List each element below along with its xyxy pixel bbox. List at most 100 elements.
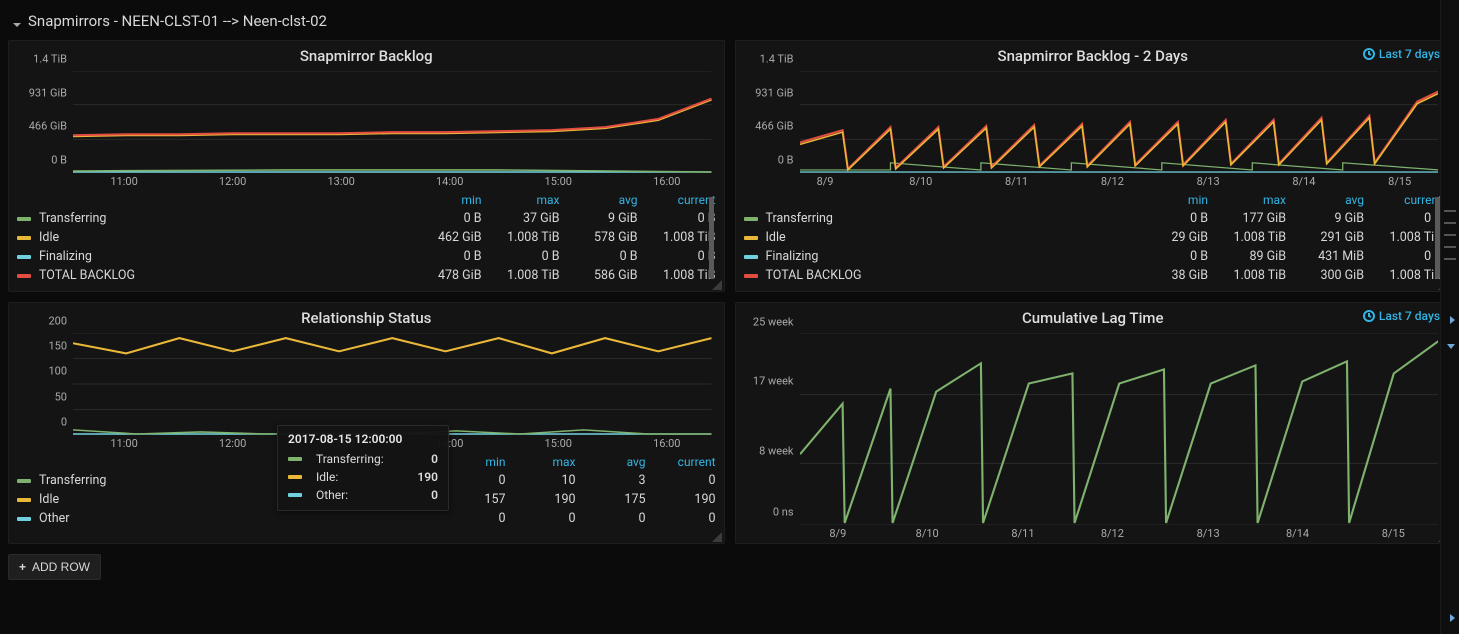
panel-cumulative-lag[interactable]: Cumulative Lag Time Last 7 days 0 ns 8 w… [735, 302, 1452, 544]
x-tick: 11:00 [110, 175, 137, 188]
y-tick: 0 B [17, 154, 67, 167]
y-tick: 1.4 TiB [744, 53, 794, 66]
legend-stat: 38 GiB [1130, 268, 1208, 283]
legend-swatch [744, 274, 758, 278]
x-tick: 15:00 [545, 175, 572, 188]
panel-title: Cumulative Lag Time [1022, 309, 1164, 327]
legend-row[interactable]: Transferring0 B177 GiB9 GiB0 B [744, 209, 1443, 228]
legend-stat: 0 [436, 511, 506, 526]
legend-stat: 0 B [482, 249, 560, 264]
clock-icon [1363, 310, 1375, 322]
legend-stat: 1.008 TiB [1364, 268, 1442, 283]
legend-swatch [17, 498, 31, 502]
tooltip-row: Transferring:0 [288, 450, 438, 468]
legend-row[interactable]: Idle462 GiB1.008 TiB578 GiB1.008 TiB [17, 228, 716, 247]
add-row-label: ADD ROW [32, 560, 90, 574]
x-tick: 8/15 [1382, 527, 1405, 540]
legend-stats: min max avg current Transferring0 B177 G… [744, 191, 1443, 285]
tooltip-series-label: Other: [316, 486, 415, 504]
col-min: min [404, 193, 482, 207]
y-tick: 931 GiB [17, 86, 67, 99]
legend-row[interactable]: TOTAL BACKLOG478 GiB1.008 TiB586 GiB1.00… [17, 266, 716, 285]
x-axis: 8/9 8/10 8/11 8/12 8/13 8/14 8/15 [800, 175, 1439, 191]
legend-swatch [744, 255, 758, 259]
legend-row[interactable]: Idle29 GiB1.008 TiB291 GiB1.008 TiB [744, 228, 1443, 247]
y-tick: 17 week [744, 375, 794, 388]
col-avg: avg [1286, 193, 1364, 207]
x-tick: 16:00 [653, 175, 680, 188]
y-axis: 0 B 466 GiB 931 GiB 1.4 TiB [744, 71, 798, 173]
tooltip-row: Idle:190 [288, 468, 438, 486]
legend-stat: 89 GiB [1208, 249, 1286, 264]
add-row-button[interactable]: + ADD ROW [8, 554, 101, 580]
legend-stat: 0 [646, 473, 716, 488]
legend-stat: 0 B [560, 249, 638, 264]
legend-swatch [744, 217, 758, 221]
panel-snapmirror-backlog[interactable]: Snapmirror Backlog 0 B 466 GiB 931 GiB 1… [8, 40, 725, 292]
legend-stat: 0 B [1130, 249, 1208, 264]
panel-title: Relationship Status [301, 309, 431, 327]
panel-title: Snapmirror Backlog [300, 47, 433, 65]
tooltip-time: 2017-08-15 12:00:00 [288, 432, 438, 446]
x-tick: 12:00 [219, 175, 246, 188]
plot [800, 333, 1439, 525]
legend-stat: 462 GiB [404, 230, 482, 245]
y-tick: 931 GiB [744, 86, 794, 99]
legend-stat: 291 GiB [1286, 230, 1364, 245]
panel-relationship-status[interactable]: Relationship Status 0 50 100 150 200 [8, 302, 725, 544]
x-tick: 8/11 [1005, 175, 1028, 188]
x-tick: 11:00 [110, 437, 137, 450]
scrollbar[interactable] [708, 191, 714, 285]
chevron-down-icon [12, 16, 22, 26]
legend-stat: 300 GiB [1286, 268, 1364, 283]
y-tick: 466 GiB [744, 120, 794, 133]
legend-row[interactable]: Other0000 [17, 509, 716, 528]
section-header-row[interactable]: Snapmirrors - NEEN-CLST-01 --> Neen-clst… [8, 8, 1451, 40]
legend-label: Idle [39, 230, 404, 245]
chart-area: 0 B 466 GiB 931 GiB 1.4 TiB [744, 71, 1443, 191]
legend-stat: 0 B [1364, 211, 1442, 226]
legend-row[interactable]: Finalizing0 B89 GiB431 MiB0 B [744, 247, 1443, 266]
legend-swatch [17, 274, 31, 278]
legend-row[interactable]: Finalizing0 B0 B0 B0 B [17, 247, 716, 266]
y-tick: 8 week [744, 444, 794, 457]
x-tick: 13:00 [327, 175, 354, 188]
plus-icon: + [19, 560, 26, 574]
legend-stat: 175 [576, 492, 646, 507]
legend-swatch [288, 493, 302, 497]
legend-stat: 0 B [638, 249, 716, 264]
legend-label: TOTAL BACKLOG [39, 268, 404, 283]
x-tick: 8/12 [1101, 527, 1124, 540]
plot [73, 333, 712, 435]
y-tick: 150 [17, 339, 67, 352]
legend-stat: 37 GiB [482, 211, 560, 226]
legend-stat: 1.008 TiB [1364, 230, 1442, 245]
x-tick: 8/11 [1011, 527, 1034, 540]
legend-stats: min max avg current Transferring0 B37 Gi… [17, 191, 716, 285]
legend-stat: 0 [576, 511, 646, 526]
legend-stat: 190 [646, 492, 716, 507]
legend-stat: 1.008 TiB [1208, 230, 1286, 245]
resize-handle-icon[interactable] [712, 279, 722, 289]
panel-timerange[interactable]: Last 7 days [1363, 47, 1440, 61]
resize-handle-icon[interactable] [712, 531, 722, 541]
chart-area: 0 ns 8 week 17 week 25 week 8/9 [744, 333, 1443, 543]
right-mini-sidebar [1440, 0, 1459, 634]
legend-stat: 1.008 TiB [482, 268, 560, 283]
y-tick: 0 ns [744, 506, 794, 519]
legend-row[interactable]: Transferring0 B37 GiB9 GiB0 B [17, 209, 716, 228]
legend-swatch [744, 236, 758, 240]
y-tick: 200 [17, 315, 67, 328]
x-tick: 15:00 [545, 437, 572, 450]
legend-stat: 29 GiB [1130, 230, 1208, 245]
col-current: current [1364, 193, 1442, 207]
legend-swatch [288, 475, 302, 479]
y-tick: 25 week [744, 315, 794, 328]
col-avg: avg [560, 193, 638, 207]
panel-timerange[interactable]: Last 7 days [1363, 309, 1440, 323]
x-tick: 8/10 [909, 175, 932, 188]
y-tick: 466 GiB [17, 120, 67, 133]
panel-snapmirror-backlog-2days[interactable]: Snapmirror Backlog - 2 Days Last 7 days … [735, 40, 1452, 292]
tooltip-series-value: 190 [417, 468, 438, 486]
legend-row[interactable]: TOTAL BACKLOG38 GiB1.008 TiB300 GiB1.008… [744, 266, 1443, 285]
